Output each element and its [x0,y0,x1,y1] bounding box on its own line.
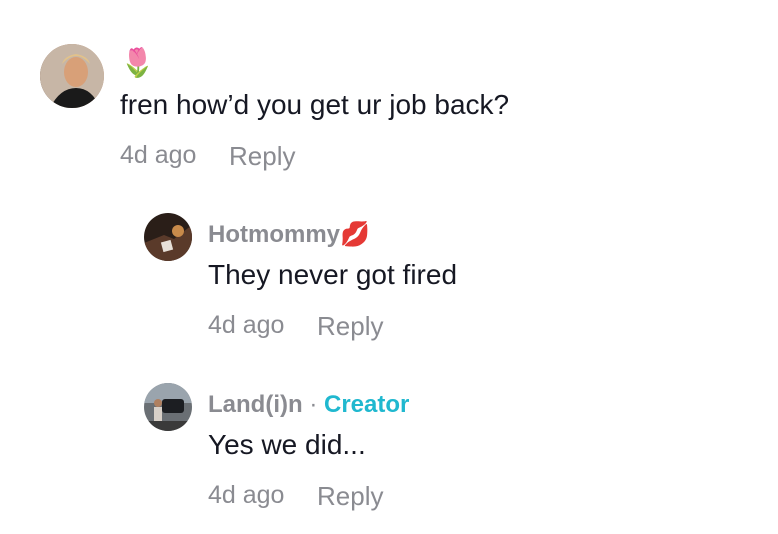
username-text: Land(i)n [208,391,303,418]
creator-badge: Creator [323,391,410,418]
reply-button[interactable]: Reply [317,481,383,511]
comment-username[interactable]: Land(i)n · Creator [208,390,409,420]
comment-item: Land(i)n · Creator Yes we did... 4d ago … [0,0,778,534]
comment-timestamp: 4d ago [208,481,285,509]
avatar[interactable] [144,383,192,431]
avatar-image [144,383,192,431]
separator-dot: · [309,391,318,418]
comment-text: Yes we did... [208,429,366,460]
